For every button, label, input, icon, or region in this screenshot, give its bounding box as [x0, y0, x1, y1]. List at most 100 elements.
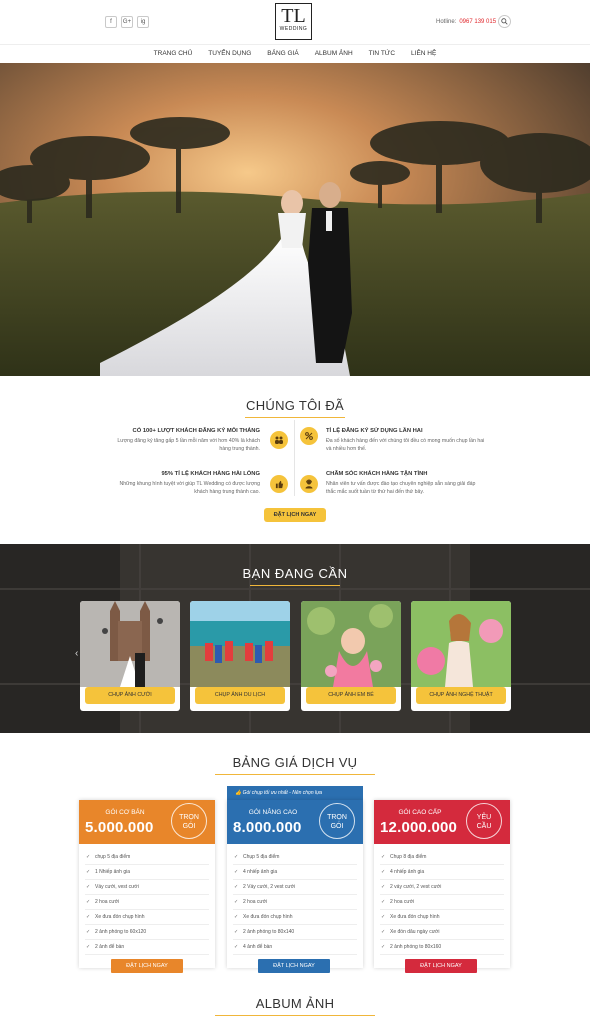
list-item: Váy cưới, vest cưới — [85, 880, 209, 895]
service-button[interactable]: CHỤP ẢNH CƯỚI — [85, 687, 175, 704]
list-item: Chụp 5 địa điểm — [233, 850, 357, 865]
pricing-header: GÓI NÂNG CAO 8.000.000 TRỌN GÓI — [227, 800, 363, 844]
pricing-header: GÓI CAO CẤP 12.000.000 YÊU CẦU — [374, 800, 510, 844]
users-icon — [270, 431, 288, 449]
plan-badge: TRỌN GÓI — [171, 803, 207, 839]
title-underline — [215, 1015, 375, 1016]
list-item: 4 ảnh để bàn — [233, 940, 357, 955]
badge-line-1: YÊU — [476, 814, 492, 821]
services-title: BẠN ĐANG CẦN — [0, 566, 590, 586]
service-card-baby[interactable]: CHỤP ẢNH EM BÉ — [301, 601, 401, 711]
support-agent-icon — [300, 475, 318, 493]
wedding-photo — [80, 601, 180, 687]
achievements-title-text: CHÚNG TÔI ĐÃ — [246, 398, 344, 413]
stat-repeat-rate: TỈ LỆ ĐĂNG KÝ SỬ DỤNG LẦN HAI Đa số khác… — [326, 427, 486, 453]
list-item: Chụp 8 địa điểm — [380, 850, 504, 865]
ribbon-text: Gói chụp tối ưu nhất - Nên chọn lựa — [242, 790, 323, 796]
list-item: Xe đưa đón chụp hình — [85, 910, 209, 925]
stat-text: Lượng đăng ký tăng gấp 5 lần mỗi năm với… — [117, 438, 260, 452]
site-header: f G+ ig TL WEDDING Hotline: 0967 139 015 — [0, 0, 590, 44]
stat-heading: TỈ LỆ ĐĂNG KÝ SỬ DỤNG LẦN HAI — [326, 428, 423, 434]
nav-news[interactable]: TIN TỨC — [361, 45, 403, 63]
baby-photo — [301, 601, 401, 687]
stat-customer-care: CHĂM SÓC KHÁCH HÀNG TẬN TÌNH Nhân viên t… — [326, 470, 486, 496]
plan-name: GÓI NÂNG CAO — [248, 809, 298, 816]
list-item: 2 hoa cưới — [233, 895, 357, 910]
book-basic-button[interactable]: ĐẶT LỊCH NGAY — [111, 959, 183, 973]
divider-line — [294, 420, 295, 496]
list-item: 2 hoa cưới — [85, 895, 209, 910]
list-item: 2 ảnh phóng to 60x120 — [85, 925, 209, 940]
percent-icon — [300, 427, 318, 445]
hotline: Hotline: 0967 139 015 — [436, 19, 496, 25]
pricing-title: BẢNG GIÁ DỊCH VỤ — [0, 755, 590, 775]
nav-contact[interactable]: LIÊN HỆ — [403, 45, 444, 63]
chevron-left-icon[interactable]: ‹ — [75, 648, 78, 659]
list-item: Xe đưa đón chụp hình — [380, 910, 504, 925]
list-item: Xe đón dâu ngày cưới — [380, 925, 504, 940]
thumbs-up-icon: 👍 — [235, 790, 243, 796]
album-title: ALBUM ẢNH — [0, 996, 590, 1016]
travel-photo — [190, 601, 290, 687]
badge-line-1: TRỌN — [179, 814, 199, 821]
main-nav: TRANG CHỦ TUYỂN DỤNG BẢNG GIÁ ALBUM ẢNH … — [0, 44, 590, 63]
search-button[interactable] — [498, 15, 511, 28]
book-premium-button[interactable]: ĐẶT LỊCH NGAY — [405, 959, 477, 973]
nav-recruitment[interactable]: TUYỂN DỤNG — [200, 45, 259, 63]
logo-sub-text: WEDDING — [279, 26, 308, 32]
instagram-icon[interactable]: ig — [137, 16, 149, 28]
badge-line-1: TRỌN — [327, 814, 347, 821]
list-item: chụp 5 địa điểm — [85, 850, 209, 865]
plan-name: GÓI CAO CẤP — [398, 809, 442, 816]
stat-text: Đa số khách hàng đến với chúng tôi đều c… — [326, 438, 485, 452]
nav-album[interactable]: ALBUM ẢNH — [307, 45, 361, 63]
stat-monthly-registrations: CÓ 100+ LƯỢT KHÁCH ĐĂNG KÝ MỖI THÁNG Lượ… — [112, 427, 260, 453]
feature-list: Chụp 5 địa điểm 4 nhiếp ảnh gia 2 Váy cư… — [227, 844, 363, 955]
service-button[interactable]: CHỤP ẢNH EM BÉ — [306, 687, 396, 704]
stat-heading: 95% TỈ LỆ KHÁCH HÀNG HÀI LÒNG — [161, 471, 260, 477]
search-icon — [501, 18, 508, 25]
service-card-travel[interactable]: CHỤP ẢNH DU LỊCH — [190, 601, 290, 711]
service-button[interactable]: CHỤP ẢNH DU LỊCH — [195, 687, 285, 704]
google-plus-icon[interactable]: G+ — [121, 16, 133, 28]
achievements-title: CHÚNG TÔI ĐÃ — [0, 398, 590, 418]
title-underline — [215, 774, 375, 775]
title-underline — [250, 585, 340, 586]
badge-line-2: CẦU — [476, 823, 492, 830]
nav-home[interactable]: TRANG CHỦ — [146, 45, 201, 63]
hotline-number[interactable]: 0967 139 015 — [459, 19, 496, 25]
stat-heading: CHĂM SÓC KHÁCH HÀNG TẬN TÌNH — [326, 471, 428, 477]
pricing-card-advanced: GÓI NÂNG CAO 8.000.000 TRỌN GÓI Chụp 5 đị… — [227, 800, 363, 968]
plan-badge: TRỌN GÓI — [319, 803, 355, 839]
stat-satisfaction: 95% TỈ LỆ KHÁCH HÀNG HÀI LÒNG Những khun… — [112, 470, 261, 496]
plan-badge: YÊU CẦU — [466, 803, 502, 839]
service-button[interactable]: CHỤP ẢNH NGHỆ THUẬT — [416, 687, 506, 704]
pricing-header: GÓI CƠ BẢN 5.000.000 TRỌN GÓI — [79, 800, 215, 844]
list-item: 2 ảnh phóng to 80x160 — [380, 940, 504, 955]
facebook-icon[interactable]: f — [105, 16, 117, 28]
nav-pricing[interactable]: BẢNG GIÁ — [259, 45, 306, 63]
service-card-wedding[interactable]: CHỤP ẢNH CƯỚI — [80, 601, 180, 711]
feature-list: Chụp 8 địa điểm 4 nhiếp ảnh gia 2 váy cư… — [374, 844, 510, 955]
pricing-title-text: BẢNG GIÁ DỊCH VỤ — [232, 755, 358, 770]
book-advanced-button[interactable]: ĐẶT LỊCH NGAY — [258, 959, 330, 973]
service-card-art[interactable]: CHỤP ẢNH NGHỆ THUẬT — [411, 601, 511, 711]
services-title-text: BẠN ĐANG CẦN — [242, 566, 348, 581]
list-item: 4 nhiếp ảnh gia — [233, 865, 357, 880]
plan-price: 5.000.000 — [85, 819, 154, 836]
badge-line-2: GÓI — [330, 823, 344, 830]
plan-price: 8.000.000 — [233, 819, 302, 836]
pricing-card-basic: GÓI CƠ BẢN 5.000.000 TRỌN GÓI chụp 5 địa … — [79, 800, 215, 968]
list-item: 2 váy cưới, 2 vest cưới — [380, 880, 504, 895]
book-now-button[interactable]: ĐẶT LỊCH NGAY — [264, 508, 326, 522]
hero-banner — [0, 63, 590, 376]
site-logo[interactable]: TL WEDDING — [275, 3, 312, 40]
list-item: 4 nhiếp ảnh gia — [380, 865, 504, 880]
plan-name: GÓI CƠ BẢN — [105, 809, 145, 816]
services-section: BẠN ĐANG CẦN ‹ › CHỤP ẢNH CƯỚI CHỤP ẢNH … — [0, 544, 590, 733]
list-item: 2 ảnh phóng to 80x140 — [233, 925, 357, 940]
list-item: 2 ảnh để bàn — [85, 940, 209, 955]
recommended-ribbon: 👍 Gói chụp tối ưu nhất - Nên chọn lựa — [227, 786, 363, 800]
stat-text: Những khung hình tuyệt vời giúp TL Weddi… — [119, 481, 261, 495]
list-item: Xe đưa đón chụp hình — [233, 910, 357, 925]
